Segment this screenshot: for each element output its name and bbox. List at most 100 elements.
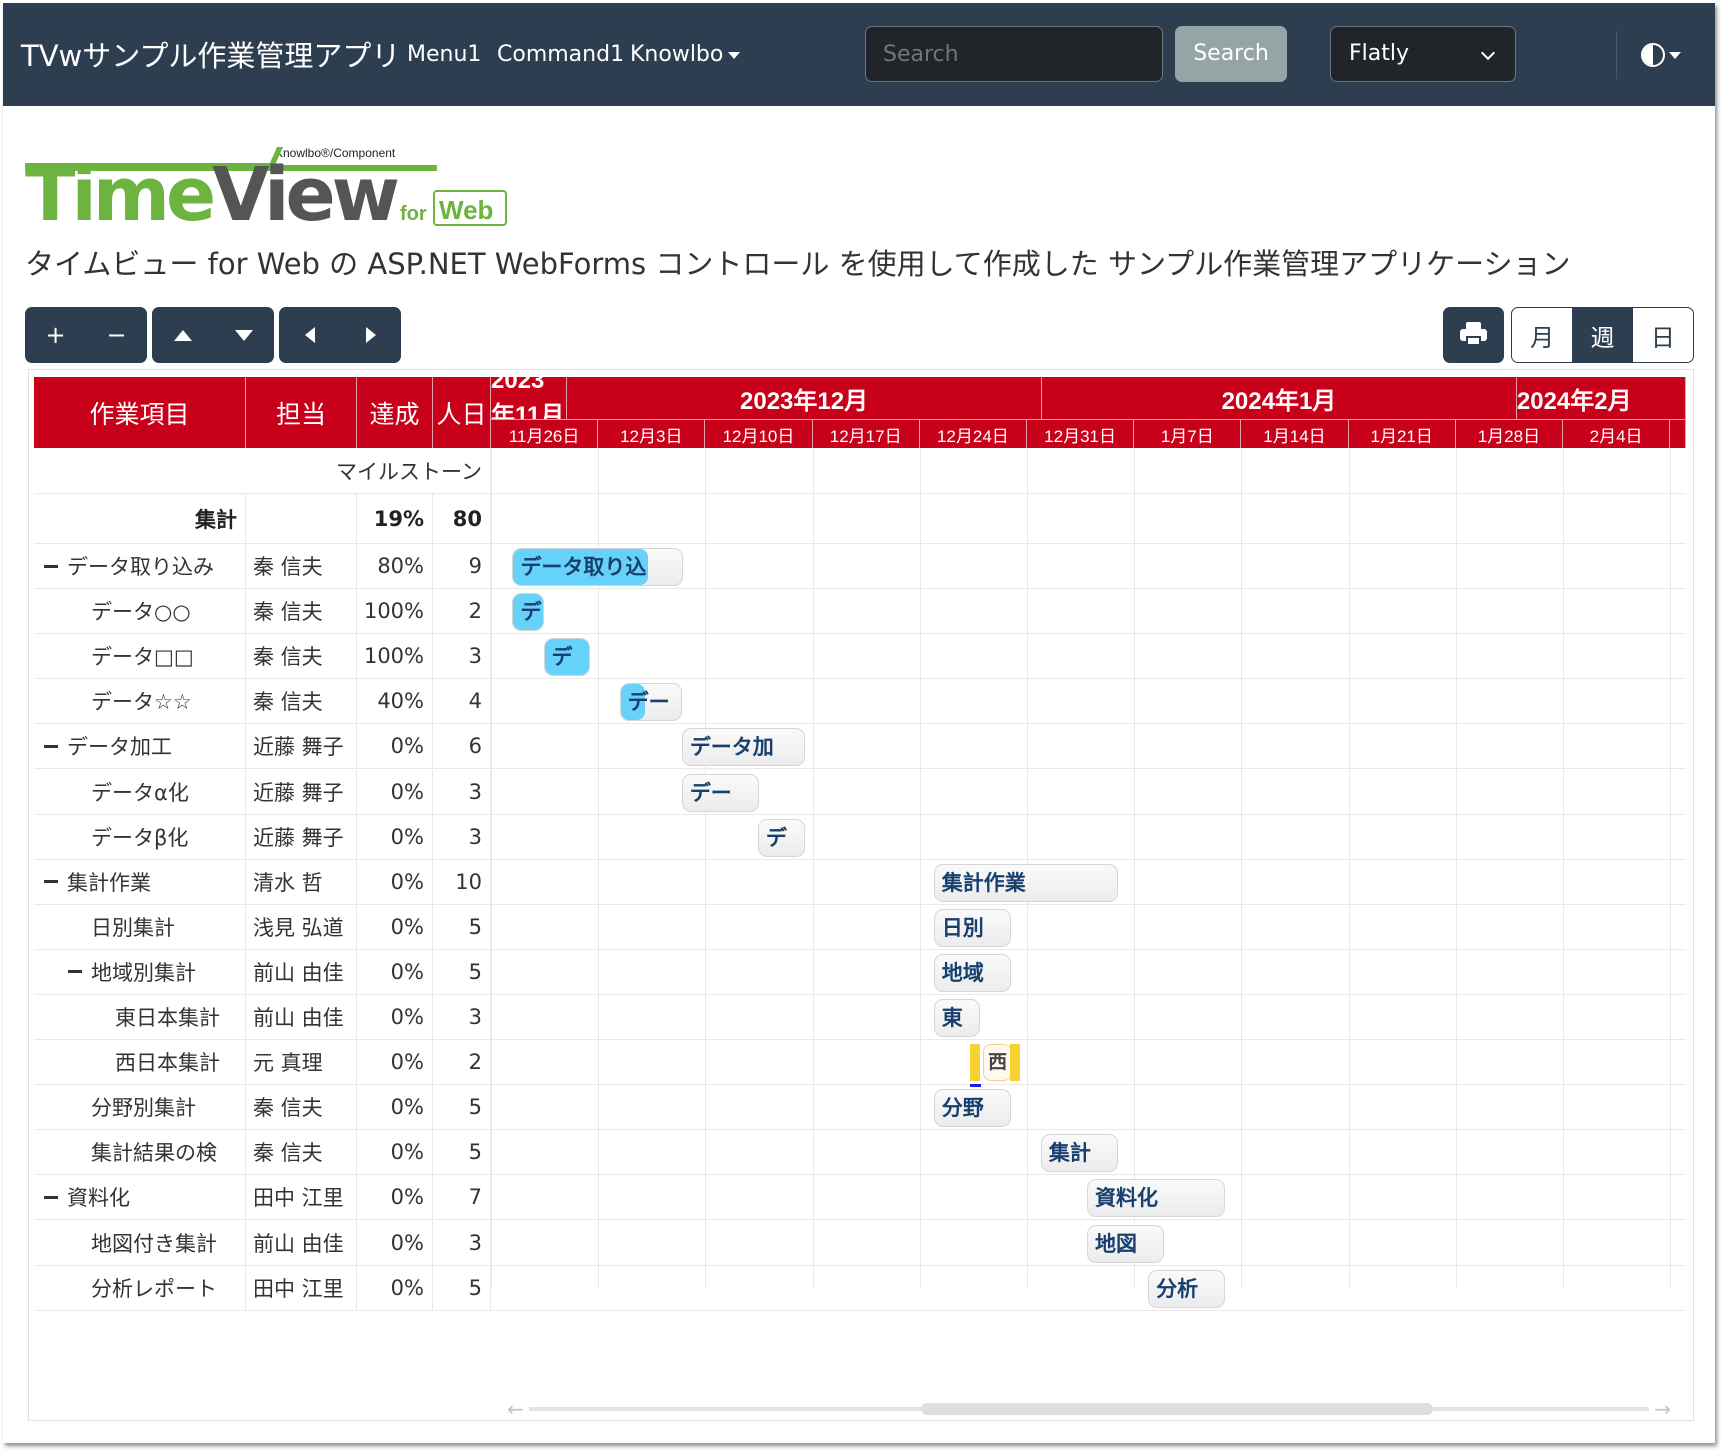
task-bar[interactable]: 東 — [933, 999, 980, 1037]
printer-icon — [1460, 322, 1487, 348]
task-bar[interactable]: データ取り込 — [512, 548, 683, 586]
collapse-toggle-icon[interactable] — [44, 1195, 58, 1199]
contrast-icon[interactable] — [1641, 43, 1665, 67]
theme-select[interactable]: Flatly — [1330, 26, 1516, 82]
task-row[interactable]: データ○○ 秦 信夫 100% 2 — [34, 589, 1686, 635]
task-name[interactable]: データ取り込み — [34, 544, 246, 589]
task-row[interactable]: データ取り込み 秦 信夫 80% 9 — [34, 544, 1686, 590]
task-name: 地図付き集計 — [91, 1231, 217, 1256]
task-name: データα化 — [91, 780, 189, 805]
task-owner: 浅見 弘道 — [246, 904, 357, 949]
task-bar[interactable]: デ — [512, 593, 544, 632]
task-row[interactable]: データβ化 近藤 舞子 0% 3 — [34, 814, 1686, 860]
scrollbar-thumb[interactable] — [921, 1403, 1433, 1415]
arrow-right-icon[interactable]: → — [1654, 1398, 1671, 1420]
task-bar[interactable]: 分析 — [1148, 1269, 1226, 1308]
search-button[interactable]: Search — [1175, 26, 1287, 82]
task-name[interactable]: 分野別集計 — [34, 1085, 246, 1130]
task-row[interactable]: 日別集計 浅見 弘道 0% 5 — [34, 904, 1686, 950]
view-week-button[interactable]: 週 — [1572, 308, 1633, 362]
horizontal-scrollbar[interactable]: ← → — [507, 1398, 1671, 1420]
task-name[interactable]: データα化 — [34, 769, 246, 814]
collapse-button[interactable]: − — [86, 307, 147, 363]
task-bar[interactable]: 分野 — [933, 1089, 1011, 1128]
task-row[interactable]: データ☆☆ 秦 信夫 40% 4 — [34, 679, 1686, 725]
task-name[interactable]: 分析レポート — [34, 1265, 246, 1310]
view-day-button[interactable]: 日 — [1633, 308, 1693, 362]
caret-down-icon[interactable] — [1669, 52, 1681, 59]
task-bar[interactable]: 日別 — [933, 908, 1011, 947]
task-row[interactable]: 資料化 田中 江里 0% 7 — [34, 1175, 1686, 1221]
task-row[interactable]: 地域別集計 前山 由佳 0% 5 — [34, 949, 1686, 995]
task-name[interactable]: データ□□ — [34, 634, 246, 679]
task-progress: 80% — [357, 544, 433, 589]
task-bar[interactable]: 資料化 — [1087, 1179, 1226, 1218]
print-button[interactable] — [1443, 307, 1504, 363]
nav-knowlbo-dropdown[interactable]: Knowlbo — [630, 42, 741, 67]
task-row[interactable]: 集計結果の検 秦 信夫 0% 5 — [34, 1130, 1686, 1176]
move-down-button[interactable] — [213, 307, 274, 363]
task-row[interactable]: 東日本集計 前山 由佳 0% 3 — [34, 995, 1686, 1041]
task-row[interactable]: 地図付き集計 前山 由佳 0% 3 — [34, 1220, 1686, 1266]
column-header-owner[interactable]: 担当 — [246, 377, 357, 448]
column-header-days[interactable]: 人日 — [433, 377, 491, 448]
milestone-row: マイルストーン — [34, 448, 1686, 494]
task-progress: 0% — [357, 769, 433, 814]
task-name[interactable]: 集計結果の検 — [34, 1130, 246, 1175]
task-progress: 0% — [357, 859, 433, 904]
task-owner: 秦 信夫 — [246, 1130, 357, 1175]
task-bar[interactable]: デー — [681, 773, 759, 812]
view-month-button[interactable]: 月 — [1512, 308, 1572, 362]
task-row[interactable]: 集計作業 清水 哲 0% 10 — [34, 859, 1686, 905]
task-name[interactable]: データ☆☆ — [34, 679, 246, 724]
task-name[interactable]: データ加工 — [34, 724, 246, 769]
column-header-progress[interactable]: 達成 — [357, 377, 433, 448]
task-progress: 0% — [357, 1220, 433, 1265]
task-name[interactable]: 東日本集計 — [34, 995, 246, 1040]
task-name[interactable]: 集計作業 — [34, 859, 246, 904]
collapse-toggle-icon[interactable] — [44, 564, 58, 568]
task-row[interactable]: データ□□ 秦 信夫 100% 3 — [34, 634, 1686, 680]
task-name[interactable]: 西日本集計 — [34, 1040, 246, 1085]
task-row[interactable]: データα化 近藤 舞子 0% 3 — [34, 769, 1686, 815]
task-name[interactable]: データβ化 — [34, 814, 246, 859]
week-header: 1月7日 — [1134, 420, 1242, 448]
task-bar[interactable]: データ加 — [681, 728, 806, 767]
search-input[interactable] — [865, 26, 1163, 82]
task-bar[interactable]: 集計 — [1040, 1134, 1119, 1173]
task-bar[interactable]: デ — [757, 818, 806, 857]
task-bar[interactable]: デー — [619, 683, 682, 722]
collapse-toggle-icon[interactable] — [68, 970, 82, 974]
task-name[interactable]: 地域別集計 — [34, 949, 246, 994]
task-name[interactable]: データ○○ — [34, 589, 246, 634]
task-owner: 前山 由佳 — [246, 1220, 357, 1265]
task-row[interactable]: データ加工 近藤 舞子 0% 6 — [34, 724, 1686, 770]
expand-button[interactable]: + — [25, 307, 86, 363]
task-bar-label: デー — [689, 780, 732, 805]
task-days: 6 — [433, 724, 491, 769]
nav-command1[interactable]: Command1 — [497, 42, 624, 67]
task-bar[interactable]: 集計作業 — [933, 863, 1119, 902]
collapse-toggle-icon[interactable] — [44, 880, 58, 884]
task-name[interactable]: 日別集計 — [34, 904, 246, 949]
app-brand[interactable]: TVwサンプル作業管理アプリ — [21, 33, 400, 75]
column-header-task[interactable]: 作業項目 — [34, 377, 246, 448]
move-up-button[interactable] — [152, 307, 213, 363]
task-name[interactable]: 資料化 — [34, 1175, 246, 1220]
logo-for: for — [400, 203, 427, 225]
collapse-toggle-icon[interactable] — [44, 744, 58, 748]
task-bar[interactable]: 地図 — [1087, 1224, 1165, 1263]
task-days: 2 — [433, 1040, 491, 1085]
task-bar[interactable]: 地域 — [933, 953, 1011, 992]
task-days: 3 — [433, 1220, 491, 1265]
task-bar-label: デー — [627, 690, 670, 715]
arrow-left-icon[interactable]: ← — [507, 1398, 524, 1420]
scroll-right-button[interactable] — [340, 307, 401, 363]
task-row[interactable]: 分野別集計 秦 信夫 0% 5 — [34, 1085, 1686, 1131]
nav-menu1[interactable]: Menu1 — [407, 42, 481, 67]
task-row[interactable]: 分析レポート 田中 江里 0% 5 — [34, 1265, 1686, 1311]
scroll-left-button[interactable] — [279, 307, 340, 363]
task-bar[interactable]: デ — [543, 638, 590, 677]
task-name[interactable]: 地図付き集計 — [34, 1220, 246, 1265]
task-row[interactable]: 西日本集計 元 真理 0% 2 — [34, 1040, 1686, 1086]
